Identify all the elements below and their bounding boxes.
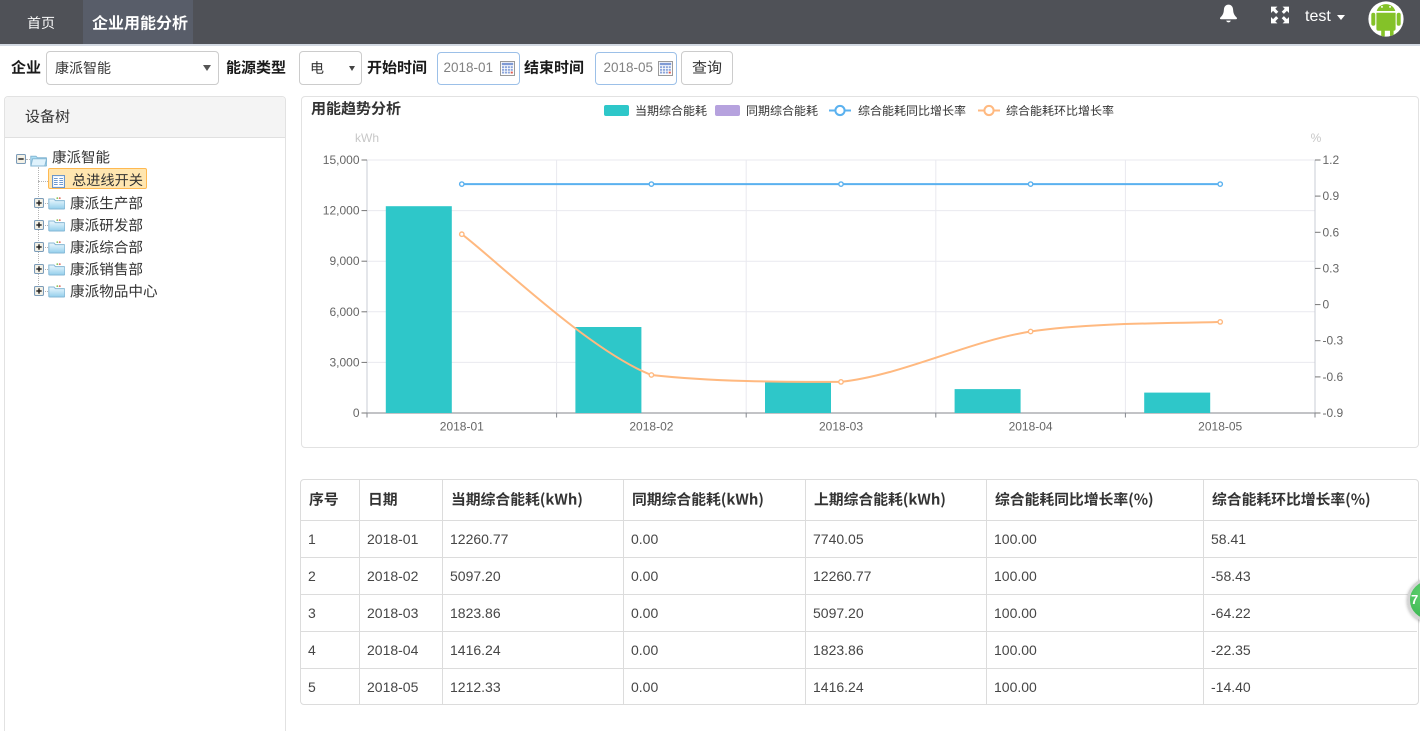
svg-text:2018-01: 2018-01	[440, 420, 484, 434]
svg-text:-0.6: -0.6	[1323, 370, 1344, 384]
svg-text:1.2: 1.2	[1323, 153, 1340, 167]
svg-text:%: %	[1311, 131, 1322, 145]
svg-text:0.9: 0.9	[1323, 189, 1340, 203]
svg-text:2018-03: 2018-03	[819, 420, 863, 434]
svg-text:0: 0	[1323, 298, 1330, 312]
svg-text:3,000: 3,000	[329, 355, 359, 369]
svg-text:15,000: 15,000	[323, 153, 360, 167]
svg-text:12,000: 12,000	[323, 204, 360, 218]
svg-text:6,000: 6,000	[329, 305, 359, 319]
svg-text:kWh: kWh	[355, 131, 379, 145]
svg-text:0: 0	[353, 406, 360, 420]
svg-text:2018-04: 2018-04	[1009, 420, 1053, 434]
svg-text:2018-05: 2018-05	[1198, 420, 1242, 434]
svg-text:-0.3: -0.3	[1323, 334, 1344, 348]
svg-text:0.6: 0.6	[1323, 225, 1340, 239]
svg-text:0.3: 0.3	[1323, 261, 1340, 275]
svg-text:-0.9: -0.9	[1323, 406, 1344, 420]
svg-text:2018-02: 2018-02	[629, 420, 673, 434]
svg-text:9,000: 9,000	[329, 254, 359, 268]
